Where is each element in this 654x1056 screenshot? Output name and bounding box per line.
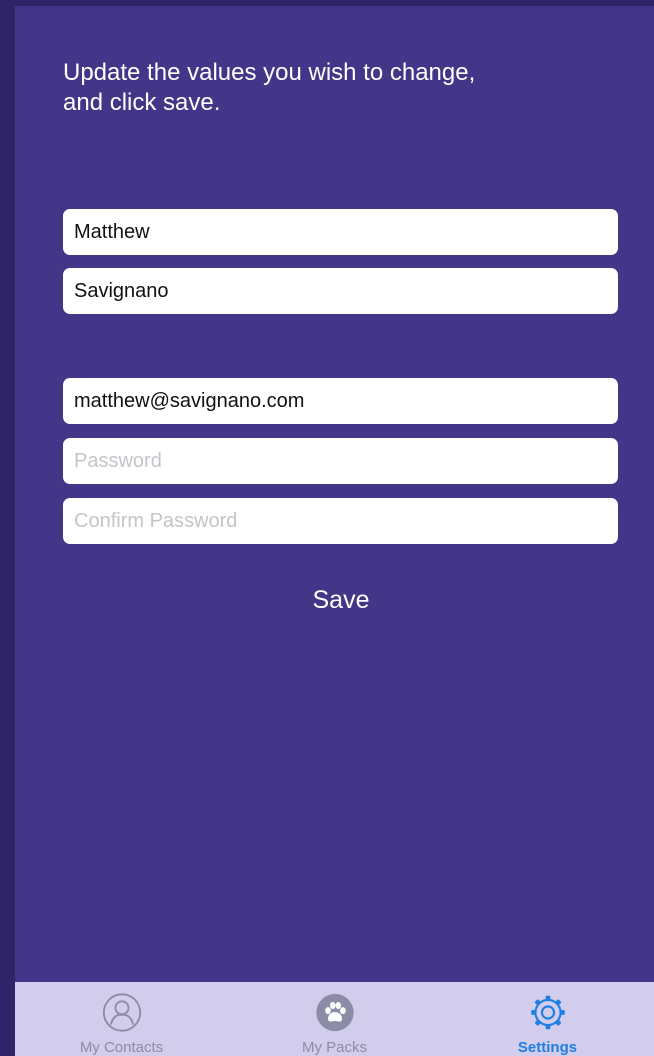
tab-settings[interactable]: Settings [441, 982, 654, 1056]
gear-icon [530, 995, 565, 1030]
settings-screen: Update the values you wish to change, an… [15, 6, 654, 1056]
password-input[interactable] [63, 438, 618, 484]
tab-label: Settings [517, 1039, 578, 1056]
tab-label: My Contacts [79, 1039, 164, 1056]
first-name-input[interactable] [63, 209, 618, 255]
tab-label: My Packs [301, 1039, 367, 1056]
tab-my-contacts[interactable]: My Contacts [15, 982, 228, 1056]
tab-bar: My Contacts My Packs Settings [15, 982, 654, 1056]
confirm-password-input[interactable] [63, 498, 618, 544]
instructions-text: Update the values you wish to change, an… [63, 59, 476, 116]
email-input[interactable] [63, 378, 618, 424]
last-name-input[interactable] [63, 268, 618, 314]
person-circle-icon [102, 993, 141, 1032]
paw-icon [315, 993, 354, 1032]
save-button[interactable]: Save [241, 578, 441, 622]
tab-my-packs[interactable]: My Packs [228, 982, 441, 1056]
